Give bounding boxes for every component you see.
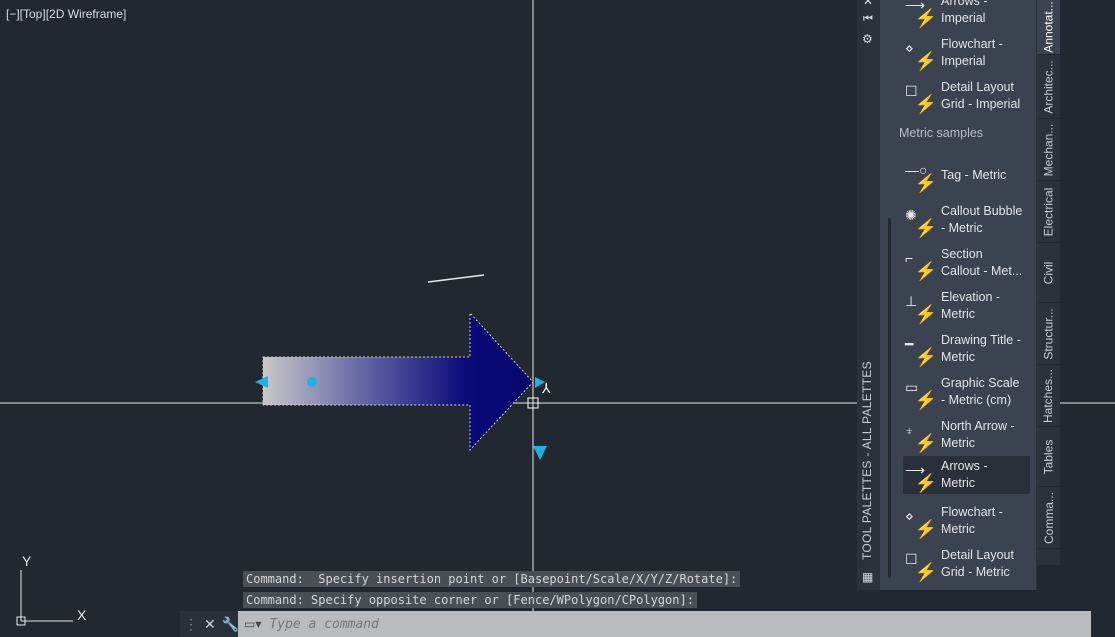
tool-label: Imperial xyxy=(941,11,986,25)
tab-architec[interactable]: Architec... xyxy=(1037,55,1060,119)
tool-label: Grid - Metric xyxy=(941,565,1010,579)
tab-annotat[interactable]: Annotat... xyxy=(1037,0,1060,55)
grid-icon: ☐ ⚡ xyxy=(905,551,937,582)
palette-tool-flowchart[interactable]: ⋄ ⚡ Flowchart - Metric xyxy=(903,502,1030,540)
palette-tool-title[interactable]: ━ ⚡ Drawing Title - Metric xyxy=(903,330,1030,368)
tool-label: Metric xyxy=(941,476,976,490)
tab-electrical[interactable]: Electrical xyxy=(1037,181,1060,243)
palette-tool-callout[interactable]: ✺ ⚡ Callout Bubble - Metric xyxy=(903,201,1030,239)
palette-tool-grid[interactable]: ☐ ⚡ Detail Layout Grid - Metric xyxy=(903,545,1030,583)
close-icon[interactable]: ✕ xyxy=(863,0,873,8)
tab-label: Civil xyxy=(1041,261,1056,284)
tab-label: Electrical xyxy=(1041,187,1056,236)
tool-label: Graphic Scale xyxy=(941,376,1020,390)
grip-stretch-left xyxy=(255,376,268,388)
arrow-hatch-entity xyxy=(262,311,534,452)
command-input[interactable] xyxy=(269,616,770,632)
tool-label: Elevation - xyxy=(941,290,1001,304)
tab-label: Comma... xyxy=(1041,491,1056,544)
tool-label: Callout Bubble xyxy=(941,204,1023,218)
gear-icon[interactable]: ⚙ xyxy=(862,32,873,46)
tool-label: Drawing Title - xyxy=(941,333,1021,347)
tool-label: Metric xyxy=(941,350,976,364)
command-bar: ⋮ ✕ 🔧 ▭▾ xyxy=(180,611,1091,637)
palette-tool-north-arrow[interactable]: ⍖ ⚡ North Arrow - Metric xyxy=(903,416,1030,454)
palette-tabs: Annotat... Architec... Mechan... Electrical… xyxy=(1037,0,1060,565)
tab-mechan[interactable]: Mechan... xyxy=(1037,119,1060,181)
flowchart-icon: ⋄ ⚡ xyxy=(905,508,937,539)
ucs-x-label: X xyxy=(77,607,87,623)
ucs-y-label: Y xyxy=(22,553,32,569)
tab-hatches[interactable]: Hatches... xyxy=(1037,365,1060,427)
scrollbar[interactable] xyxy=(888,218,891,578)
tool-label: Metric xyxy=(941,522,976,536)
elevation-icon: ⊥ ⚡ xyxy=(905,293,937,324)
callout-icon: ✺ ⚡ xyxy=(905,207,937,238)
command-history-line: Command: Specify insertion point or [Bas… xyxy=(243,571,741,587)
command-history-line: Command: Specify opposite corner or [Fen… xyxy=(243,592,697,608)
flowchart-icon: ⋄ ⚡ xyxy=(905,40,937,71)
tool-label: Section xyxy=(941,247,983,261)
tag-icon: —○ ⚡ xyxy=(905,162,937,193)
tab-tables[interactable]: Tables xyxy=(1037,427,1060,487)
wrench-icon[interactable]: 🔧 xyxy=(222,616,239,633)
section-label: Metric samples xyxy=(899,126,984,140)
tool-label: Metric xyxy=(941,307,976,321)
tab-label: Mechan... xyxy=(1041,123,1056,176)
grip-center xyxy=(307,377,317,387)
tool-label: Flowchart - xyxy=(941,505,1003,519)
palette-tool-arrow[interactable]: ⟶ ⚡ Arrows - Metric xyxy=(903,456,1030,494)
palette-title: TOOL PALETTES - ALL PALETTES xyxy=(860,361,874,560)
tool-palette: ✕ ⏮ ⚙ TOOL PALETTES - ALL PALETTES ▦ ⟶ ⚡ A… xyxy=(857,0,1060,590)
palette-tool-elevation[interactable]: ⊥ ⚡ Elevation - Metric xyxy=(903,287,1030,325)
tab-civil[interactable]: Civil xyxy=(1037,243,1060,303)
tab-comma[interactable]: Comma... xyxy=(1037,487,1060,549)
tab-label: Architec... xyxy=(1041,59,1056,114)
drag-handle[interactable]: ⋮ xyxy=(184,616,198,633)
tool-label: Tag - Metric xyxy=(941,167,1007,182)
tool-label: - Metric (cm) xyxy=(941,393,1012,407)
palette-tool-scale[interactable]: ▭ ⚡ Graphic Scale - Metric (cm) xyxy=(903,373,1030,411)
ucs-icon: Y X xyxy=(16,553,87,626)
auto-hide-icon[interactable]: ⏮ xyxy=(863,13,873,26)
grid-icon: ☐ ⚡ xyxy=(905,83,937,114)
tool-label: Imperial xyxy=(941,54,986,68)
tab-label: Hatches... xyxy=(1041,368,1056,423)
tab-label: Tables xyxy=(1041,439,1056,474)
tool-label: - Metric xyxy=(941,221,983,235)
line-entity xyxy=(427,274,485,283)
palette-title-bar[interactable]: ✕ ⏮ ⚙ TOOL PALETTES - ALL PALETTES ▦ xyxy=(857,0,880,590)
command-history-icon[interactable]: ▭▾ xyxy=(244,617,261,631)
title-icon: ━ ⚡ xyxy=(905,336,937,367)
palette-tool-flowchart[interactable]: ⋄ ⚡ Flowchart - Imperial xyxy=(903,34,1030,72)
tool-label: Callout - Met... xyxy=(941,264,1023,278)
tool-label: Arrows - xyxy=(941,459,988,473)
north-arrow-icon: ⍖ ⚡ xyxy=(905,422,937,453)
tab-label: Annotat... xyxy=(1041,1,1056,53)
svg-text:⅄: ⅄ xyxy=(541,380,551,396)
palette-content: ⟶ ⚡ Arrows - Imperial ⋄ ⚡ Flowchart - Imperial ☐… xyxy=(880,0,1037,590)
tool-label: North Arrow - xyxy=(941,419,1015,433)
palette-tool-arrow[interactable]: ⟶ ⚡ Arrows - Imperial xyxy=(903,0,1030,29)
close-icon[interactable]: ✕ xyxy=(204,616,216,633)
arrow-icon: ⟶ ⚡ xyxy=(905,0,937,28)
tool-label: Flowchart - xyxy=(941,37,1003,51)
tool-label: Detail Layout xyxy=(941,80,1014,94)
tool-label: Arrows - xyxy=(941,0,988,8)
tab-structur[interactable]: Structur... xyxy=(1037,303,1060,365)
palette-tool-tag[interactable]: —○ ⚡ Tag - Metric xyxy=(903,156,1030,194)
arrow-icon: ⟶ ⚡ xyxy=(905,462,937,493)
tool-label: Metric xyxy=(941,436,976,450)
tool-label: Grid - Imperial xyxy=(941,97,1021,111)
properties-icon[interactable]: ▦ xyxy=(862,570,873,584)
section-icon: ⌐ ⚡ xyxy=(905,250,937,281)
tab-label: Structur... xyxy=(1041,307,1056,360)
scale-icon: ▭ ⚡ xyxy=(905,379,937,410)
palette-tool-section[interactable]: ⌐ ⚡ Section Callout - Met... xyxy=(903,244,1030,282)
tool-label: Detail Layout xyxy=(941,548,1014,562)
palette-tool-grid[interactable]: ☐ ⚡ Detail Layout Grid - Imperial xyxy=(903,77,1030,115)
grip-flip-down xyxy=(533,446,547,460)
